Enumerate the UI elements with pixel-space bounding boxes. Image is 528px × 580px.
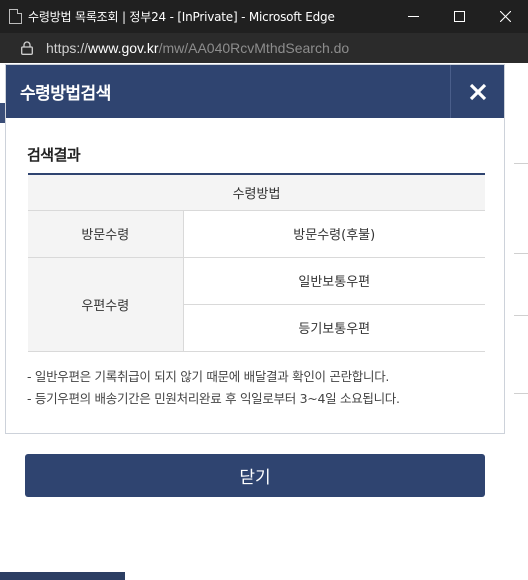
method-cell: 등기보통우편 xyxy=(183,303,485,352)
table-row: 방문수령 방문수령(후불) xyxy=(28,209,485,258)
background-divider xyxy=(514,163,528,164)
close-icon[interactable] xyxy=(482,0,528,33)
category-cell: 우편수령 xyxy=(28,256,184,352)
window-title: 수령방법 목록조회 | 정부24 - [InPrivate] - Microso… xyxy=(28,10,335,24)
window-titlebar: 수령방법 목록조회 | 정부24 - [InPrivate] - Microso… xyxy=(0,0,528,33)
method-cell: 방문수령(후불) xyxy=(182,209,485,258)
lock-icon xyxy=(21,41,33,55)
background-fragment xyxy=(0,572,125,580)
background-divider xyxy=(514,315,528,316)
receipt-method-modal: 수령방법검색 검색결과 수령방법 방문수령 방문수령(후불) 우편수령 일반보통… xyxy=(5,64,505,434)
notes: - 일반우편은 기록취급이 되지 않기 때문에 배달결과 확인이 곤란합니다. … xyxy=(27,366,400,410)
url-scheme: https:// xyxy=(46,40,89,56)
note-item: - 일반우편은 기록취급이 되지 않기 때문에 배달결과 확인이 곤란합니다. xyxy=(27,369,390,384)
modal-close-icon[interactable] xyxy=(450,65,504,118)
category-cell: 방문수령 xyxy=(28,209,184,258)
minimize-icon[interactable] xyxy=(390,0,436,33)
section-title: 검색결과 xyxy=(27,146,81,164)
background-divider xyxy=(514,393,528,394)
address-bar[interactable]: https://www.gov.kr/mw/AA040RcvMthdSearch… xyxy=(0,33,528,63)
url-host: www.gov.kr xyxy=(88,40,159,56)
url-text[interactable]: https://www.gov.kr/mw/AA040RcvMthdSearch… xyxy=(46,40,349,56)
close-button[interactable]: 닫기 xyxy=(25,454,485,497)
window-controls xyxy=(390,0,528,33)
maximize-icon[interactable] xyxy=(436,0,482,33)
table-row: 우편수령 일반보통우편 xyxy=(28,256,485,352)
url-path: /mw/AA040RcvMthdSearch.do xyxy=(158,40,350,56)
modal-header: 수령방법검색 xyxy=(6,65,504,118)
table-header: 수령방법 xyxy=(28,173,485,211)
modal-title: 수령방법검색 xyxy=(20,84,111,104)
result-table: 수령방법 방문수령 방문수령(후불) 우편수령 일반보통우편 등기보통우편 xyxy=(28,173,485,352)
page-icon xyxy=(9,9,22,24)
note-item: - 등기우편의 배송기간은 민원처리완료 후 익일로부터 3~4일 소요됩니다. xyxy=(27,391,400,406)
method-cell: 일반보통우편 xyxy=(182,256,485,305)
background-divider xyxy=(514,253,528,254)
